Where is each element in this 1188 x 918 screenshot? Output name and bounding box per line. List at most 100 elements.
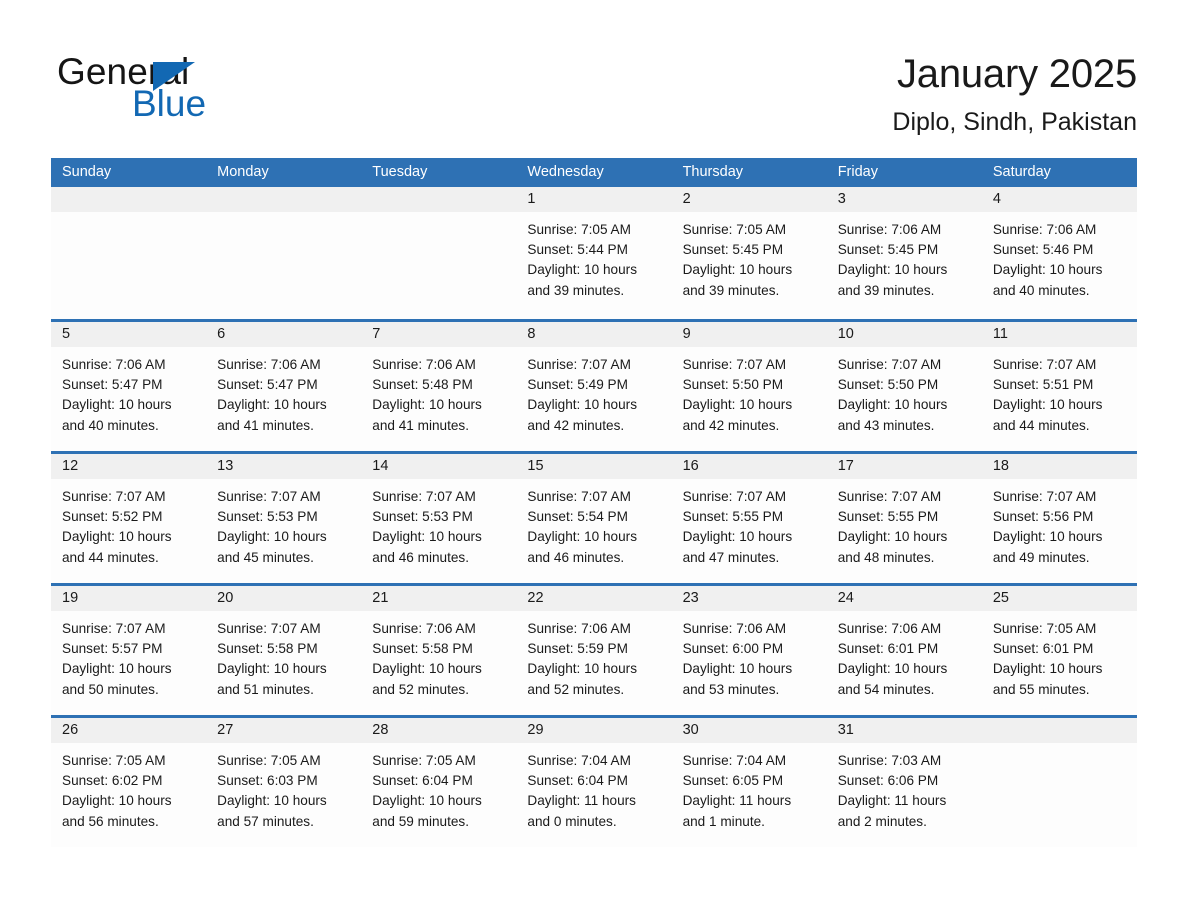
daylight-text-line1: Daylight: 10 hours — [527, 661, 637, 677]
day-number: 28 — [372, 722, 389, 738]
sunset-text: Sunset: 5:53 PM — [372, 509, 473, 525]
day-cell[interactable]: 29 Sunrise: 7:04 AM Sunset: 6:04 PM Dayl… — [516, 718, 672, 847]
daylight-text-line1: Daylight: 10 hours — [527, 529, 637, 545]
day-info: Sunrise: 7:04 AM Sunset: 6:04 PM Dayligh… — [516, 743, 671, 832]
day-info: Sunrise: 7:06 AM Sunset: 5:45 PM Dayligh… — [827, 212, 982, 301]
day-info: Sunrise: 7:07 AM Sunset: 5:53 PM Dayligh… — [206, 479, 361, 568]
generalblue-logo[interactable]: General Blue — [57, 52, 387, 132]
day-number: 24 — [837, 590, 854, 606]
day-number: 4 — [992, 191, 1001, 207]
day-number-band: 1 — [516, 187, 672, 212]
daylight-text-line2: and 44 minutes. — [62, 549, 159, 565]
day-cell[interactable]: 17 Sunrise: 7:07 AM Sunset: 5:55 PM Dayl… — [826, 454, 982, 583]
daylight-text-line1: Daylight: 10 hours — [372, 661, 482, 677]
daylight-text-line2: and 43 minutes. — [837, 417, 935, 433]
day-number-band: 24 — [826, 586, 982, 611]
daylight-text-line1: Daylight: 10 hours — [527, 397, 637, 413]
day-cell[interactable]: 16 Sunrise: 7:07 AM Sunset: 5:55 PM Dayl… — [671, 454, 827, 583]
daylight-text-line2: and 39 minutes. — [837, 282, 935, 298]
daylight-text-line1: Daylight: 10 hours — [992, 661, 1103, 677]
day-cell[interactable]: 21 Sunrise: 7:06 AM Sunset: 5:58 PM Dayl… — [361, 586, 517, 715]
daylight-text-line1: Daylight: 11 hours — [527, 793, 636, 809]
day-cell[interactable]: 26 Sunrise: 7:05 AM Sunset: 6:02 PM Dayl… — [51, 718, 207, 847]
day-cell[interactable]: 24 Sunrise: 7:06 AM Sunset: 6:01 PM Dayl… — [826, 586, 982, 715]
day-info: Sunrise: 7:06 AM Sunset: 5:48 PM Dayligh… — [361, 347, 516, 436]
day-cell[interactable]: 18 Sunrise: 7:07 AM Sunset: 5:56 PM Dayl… — [981, 454, 1137, 583]
sunrise-text: Sunrise: 7:06 AM — [682, 621, 787, 636]
day-cell[interactable]: 20 Sunrise: 7:07 AM Sunset: 5:58 PM Dayl… — [206, 586, 362, 715]
sunrise-text: Sunrise: 7:05 AM — [372, 753, 476, 768]
day-cell[interactable]: 13 Sunrise: 7:07 AM Sunset: 5:53 PM Dayl… — [206, 454, 362, 583]
day-cell[interactable]: 14 Sunrise: 7:07 AM Sunset: 5:53 PM Dayl… — [361, 454, 517, 583]
day-info: Sunrise: 7:06 AM Sunset: 5:58 PM Dayligh… — [361, 611, 516, 700]
day-cell[interactable]: 31 Sunrise: 7:03 AM Sunset: 6:06 PM Dayl… — [826, 718, 982, 847]
day-info: Sunrise: 7:05 AM Sunset: 6:04 PM Dayligh… — [361, 743, 516, 832]
day-cell[interactable]: 12 Sunrise: 7:07 AM Sunset: 5:52 PM Dayl… — [51, 454, 207, 583]
daylight-text-line1: Daylight: 10 hours — [217, 661, 327, 677]
weekday-header-tuesday: Tuesday — [372, 164, 428, 180]
sunrise-text: Sunrise: 7:07 AM — [837, 489, 942, 504]
sunset-text: Sunset: 6:02 PM — [62, 773, 163, 789]
day-cell — [51, 187, 207, 319]
day-number: 1 — [527, 191, 536, 207]
sunset-text: Sunset: 5:44 PM — [527, 242, 628, 258]
sunset-text: Sunset: 5:55 PM — [837, 509, 939, 525]
day-cell[interactable]: 6 Sunrise: 7:06 AM Sunset: 5:47 PM Dayli… — [206, 322, 362, 451]
day-info: Sunrise: 7:07 AM Sunset: 5:55 PM Dayligh… — [672, 479, 827, 568]
daylight-text-line2: and 44 minutes. — [992, 417, 1090, 433]
day-number: 20 — [217, 590, 234, 606]
daylight-text-line2: and 0 minutes. — [527, 813, 617, 829]
day-number-band: 14 — [361, 454, 517, 479]
day-cell[interactable]: 5 Sunrise: 7:06 AM Sunset: 5:47 PM Dayli… — [51, 322, 207, 451]
day-cell — [361, 187, 517, 319]
day-info: Sunrise: 7:06 AM Sunset: 5:46 PM Dayligh… — [982, 212, 1137, 301]
day-number-band: 2 — [671, 187, 827, 212]
daylight-text-line2: and 57 minutes. — [217, 813, 314, 829]
day-cell[interactable]: 25 Sunrise: 7:05 AM Sunset: 6:01 PM Dayl… — [981, 586, 1137, 715]
daylight-text-line2: and 42 minutes. — [527, 417, 625, 433]
day-cell[interactable]: 11 Sunrise: 7:07 AM Sunset: 5:51 PM Dayl… — [981, 322, 1137, 451]
day-number-band — [361, 187, 517, 212]
day-number: 26 — [62, 722, 79, 738]
day-cell[interactable]: 3 Sunrise: 7:06 AM Sunset: 5:45 PM Dayli… — [826, 187, 982, 319]
day-number: 16 — [682, 458, 699, 474]
daylight-text-line2: and 54 minutes. — [837, 681, 935, 697]
day-number: 8 — [527, 326, 536, 342]
daylight-text-line1: Daylight: 10 hours — [837, 262, 948, 278]
day-cell[interactable]: 30 Sunrise: 7:04 AM Sunset: 6:05 PM Dayl… — [671, 718, 827, 847]
weekday-header-saturday: Saturday — [992, 164, 1051, 180]
daylight-text-line1: Daylight: 11 hours — [682, 793, 792, 809]
day-number-band: 30 — [671, 718, 827, 743]
day-cell[interactable]: 28 Sunrise: 7:05 AM Sunset: 6:04 PM Dayl… — [361, 718, 517, 847]
day-number-band: 9 — [671, 322, 827, 347]
sunrise-text: Sunrise: 7:06 AM — [217, 357, 321, 372]
sunset-text: Sunset: 6:04 PM — [372, 773, 473, 789]
day-cell[interactable]: 4 Sunrise: 7:06 AM Sunset: 5:46 PM Dayli… — [981, 187, 1137, 319]
daylight-text-line2: and 49 minutes. — [992, 549, 1090, 565]
day-number: 13 — [217, 458, 234, 474]
day-number: 31 — [837, 722, 854, 738]
page-header: General Blue January 2025 Diplo, Sindh, … — [0, 0, 1188, 158]
daylight-text-line1: Daylight: 10 hours — [682, 529, 793, 545]
day-number-band: 10 — [826, 322, 982, 347]
day-cell[interactable]: 8 Sunrise: 7:07 AM Sunset: 5:49 PM Dayli… — [516, 322, 672, 451]
day-number: 14 — [372, 458, 389, 474]
day-cell[interactable]: 9 Sunrise: 7:07 AM Sunset: 5:50 PM Dayli… — [671, 322, 827, 451]
day-info: Sunrise: 7:06 AM Sunset: 5:47 PM Dayligh… — [206, 347, 361, 436]
day-cell[interactable]: 27 Sunrise: 7:05 AM Sunset: 6:03 PM Dayl… — [206, 718, 362, 847]
sunset-text: Sunset: 5:57 PM — [62, 641, 163, 657]
weekday-header-wednesday: Wednesday — [527, 164, 604, 180]
day-cell[interactable]: 23 Sunrise: 7:06 AM Sunset: 6:00 PM Dayl… — [671, 586, 827, 715]
day-info: Sunrise: 7:06 AM Sunset: 5:59 PM Dayligh… — [516, 611, 671, 700]
day-cell[interactable]: 19 Sunrise: 7:07 AM Sunset: 5:57 PM Dayl… — [51, 586, 207, 715]
calendar-grid: Sunday Monday Tuesday Wednesday Thursday… — [51, 158, 1137, 847]
day-cell[interactable]: 7 Sunrise: 7:06 AM Sunset: 5:48 PM Dayli… — [361, 322, 517, 451]
day-cell[interactable]: 1 Sunrise: 7:05 AM Sunset: 5:44 PM Dayli… — [516, 187, 672, 319]
day-cell[interactable]: 15 Sunrise: 7:07 AM Sunset: 5:54 PM Dayl… — [516, 454, 672, 583]
day-number: 18 — [992, 458, 1009, 474]
daylight-text-line1: Daylight: 10 hours — [62, 793, 172, 809]
day-cell[interactable]: 22 Sunrise: 7:06 AM Sunset: 5:59 PM Dayl… — [516, 586, 672, 715]
day-cell[interactable]: 2 Sunrise: 7:05 AM Sunset: 5:45 PM Dayli… — [671, 187, 827, 319]
daylight-text-line1: Daylight: 10 hours — [992, 529, 1103, 545]
day-cell[interactable]: 10 Sunrise: 7:07 AM Sunset: 5:50 PM Dayl… — [826, 322, 982, 451]
